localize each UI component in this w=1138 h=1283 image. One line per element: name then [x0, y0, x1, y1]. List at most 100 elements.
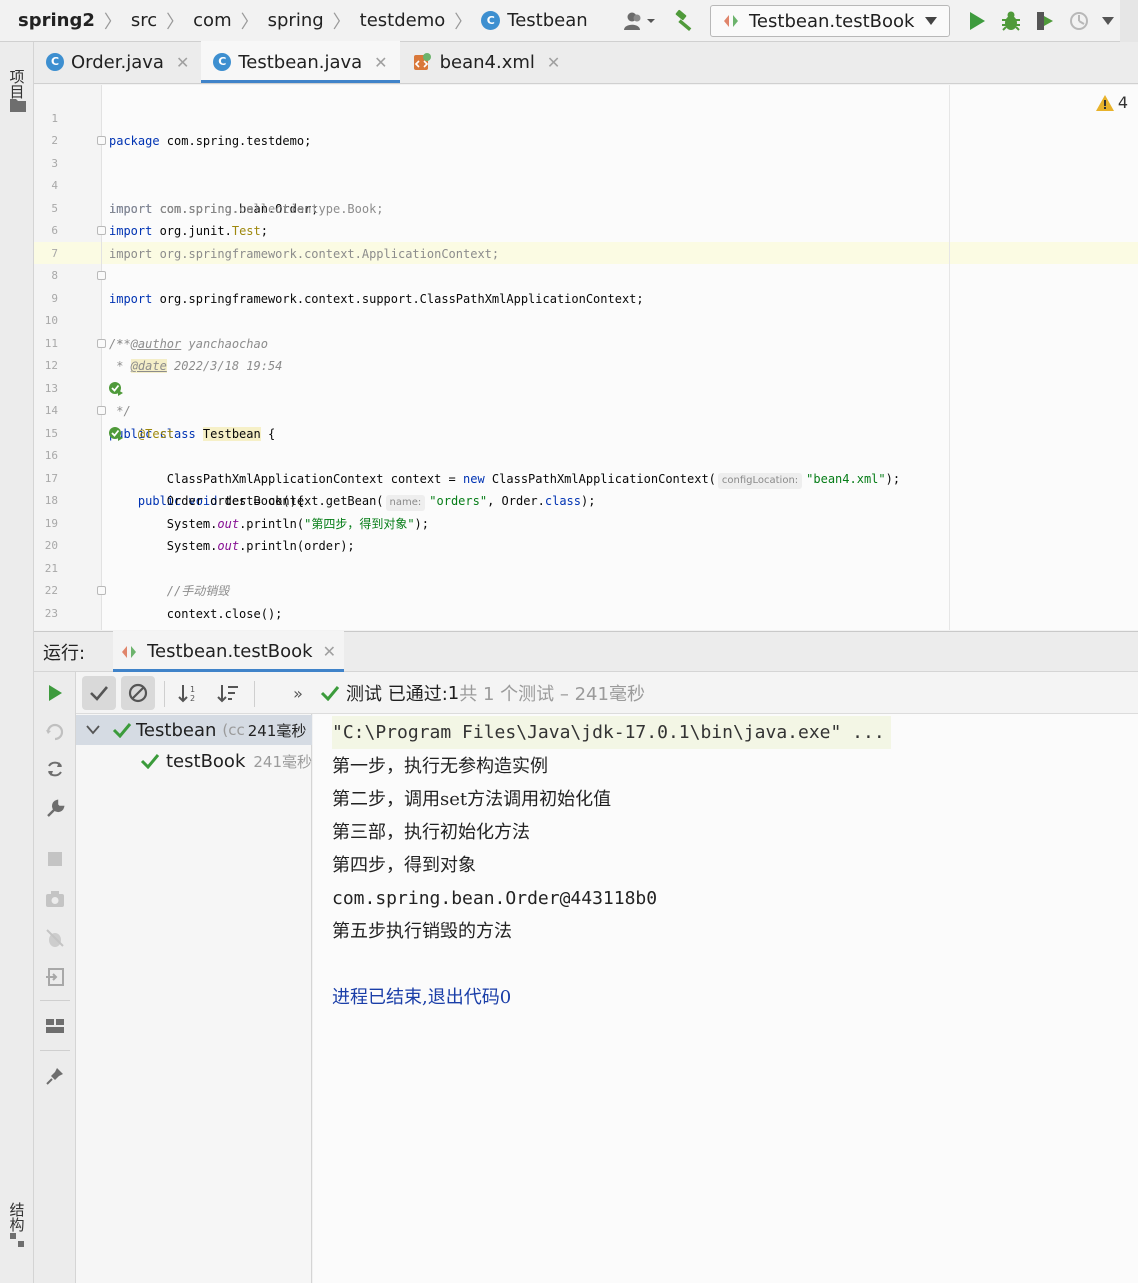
fold-icon[interactable]: [97, 136, 106, 145]
tree-node-partial-text: (cc: [222, 721, 245, 739]
debug-icon[interactable]: [994, 4, 1028, 38]
show-ignored-toggle[interactable]: [121, 676, 155, 710]
tab-order-java[interactable]: C Order.java ✕: [34, 41, 201, 83]
ignored-icon: [128, 683, 148, 703]
profile-icon[interactable]: [1062, 4, 1096, 38]
chevron-right-icon: 〉: [103, 11, 122, 33]
run-configuration-selector[interactable]: Testbean.testBook: [710, 5, 950, 37]
more-options-icon[interactable]: »: [281, 676, 315, 710]
java-class-icon: C: [481, 11, 501, 30]
tab-bean4-xml[interactable]: bean4.xml ✕: [400, 41, 573, 83]
code-line: 15 public void testBook(){: [34, 400, 1138, 508]
tab-label: Testbean.java: [238, 51, 363, 73]
toolbar-separator: [164, 681, 165, 707]
code-line: 24 }: [34, 603, 1138, 630]
console-line: 第五步执行销毁的方法: [332, 921, 512, 942]
user-icon[interactable]: [618, 4, 662, 38]
test-status: 测试 已通过: 1 共 1 个测试 – 241毫秒: [320, 672, 645, 714]
left-tool-strip: 项目 结构: [0, 42, 34, 1283]
java-test-class-icon: C: [213, 53, 232, 71]
run-tab-testbean-testbook[interactable]: Testbean.testBook ✕: [113, 631, 344, 672]
chevron-right-icon: 〉: [454, 11, 473, 33]
code-line: 22 context.close();: [34, 558, 1138, 621]
close-icon[interactable]: ✕: [374, 53, 387, 72]
fold-icon[interactable]: [97, 226, 106, 235]
toolbar-separator: [254, 681, 255, 707]
breadcrumb-project[interactable]: spring2: [18, 10, 95, 31]
editor-tab-bar: C Order.java ✕ C Testbean.java ✕ bean4.x…: [34, 41, 1138, 84]
breadcrumb-item-com[interactable]: com: [193, 10, 231, 31]
breadcrumb-item-testdemo[interactable]: testdemo: [360, 10, 446, 31]
rerun-failed-icon[interactable]: [38, 715, 72, 749]
console-output[interactable]: "C:\Program Files\Java\jdk-17.0.1\bin\ja…: [313, 714, 1138, 1283]
java-class-icon: C: [46, 53, 64, 71]
tree-node-testbook[interactable]: testBook 241毫秒: [140, 746, 312, 776]
fold-icon[interactable]: [97, 338, 106, 348]
toolbar-overflow-edge: [1120, 0, 1138, 42]
dropdown-arrow-icon: [925, 17, 937, 25]
run-tab-label: Testbean.testBook: [147, 641, 313, 662]
code-line: 7 import org.springframework.context.sup…: [34, 220, 1138, 306]
code-line: 8: [34, 243, 1138, 282]
svg-text:1: 1: [190, 685, 195, 694]
breadcrumb-item-spring[interactable]: spring: [268, 10, 324, 31]
toggle-auto-test-icon[interactable]: [38, 752, 72, 786]
rerun-icon[interactable]: [38, 676, 72, 710]
passed-check-icon: [112, 723, 132, 738]
stop-icon[interactable]: [38, 842, 72, 876]
code-line: 5 import org.junit.Test;: [34, 175, 1138, 239]
coverage-icon[interactable]: [1028, 4, 1062, 38]
console-command-line: "C:\Program Files\Java\jdk-17.0.1\bin\ja…: [332, 716, 891, 749]
tree-node-testbean[interactable]: Testbean (cc 241毫秒: [76, 715, 312, 745]
chevron-right-icon: 〉: [332, 11, 351, 33]
clear-debug-icon[interactable]: [38, 921, 72, 955]
test-results-toolbar: 12 » 测试 已通过: 1 共 1 个测试 – 241毫秒: [76, 672, 1138, 714]
pin-icon[interactable]: [38, 1059, 72, 1093]
code-line: 21 //手动销毁: [34, 535, 1138, 599]
structure-tool-tab-label: 结构: [7, 1202, 26, 1232]
checkmark-icon: [90, 686, 108, 701]
tree-node-label: Testbean: [136, 719, 217, 741]
hammer-icon[interactable]: [668, 4, 702, 38]
breadcrumb-item-src[interactable]: src: [131, 10, 157, 31]
export-icon[interactable]: [38, 960, 72, 994]
run-window-label: 运行:: [43, 642, 86, 664]
layout-icon[interactable]: [38, 1009, 72, 1043]
wrench-icon[interactable]: [38, 792, 72, 826]
sort-alphabetically-icon[interactable]: 12: [172, 676, 206, 710]
toolbar-separator: [40, 1000, 70, 1001]
tab-testbean-java[interactable]: C Testbean.java ✕: [201, 41, 400, 83]
sort-by-duration-icon[interactable]: [211, 676, 245, 710]
fold-icon[interactable]: [97, 586, 106, 595]
tree-node-duration: 241毫秒: [247, 721, 307, 740]
console-exit-message: 进程已结束,退出代码0: [332, 987, 512, 1008]
fold-icon[interactable]: [97, 406, 106, 415]
fold-icon[interactable]: [97, 271, 106, 280]
show-passed-toggle[interactable]: [82, 676, 116, 710]
close-icon[interactable]: ✕: [176, 53, 189, 72]
navigation-bar: spring2 〉 src 〉 com 〉 spring 〉 testdemo …: [0, 0, 1138, 42]
chevron-down-icon[interactable]: [86, 725, 100, 735]
camera-icon[interactable]: [38, 882, 72, 916]
console-line: 第四步，得到对象: [332, 855, 476, 876]
close-icon[interactable]: ✕: [547, 53, 560, 72]
tab-label: Order.java: [71, 51, 164, 73]
code-line: 16 ClassPathXmlApplicationContext contex…: [34, 423, 1138, 489]
code-line: 2: [34, 108, 1138, 147]
close-icon[interactable]: ✕: [323, 642, 336, 661]
run-icon[interactable]: [960, 4, 994, 38]
main-toolbar: Testbean.testBook: [618, 0, 1138, 42]
status-prefix: 测试 已通过:: [346, 684, 448, 705]
code-editor[interactable]: 4 1 package com.spring.testdemo; 2 3 imp…: [34, 85, 1138, 630]
tab-label: bean4.xml: [439, 51, 535, 73]
code-line: 4 import com.spring.collectiontype.Book;: [34, 153, 1138, 216]
code-line: 14 @Test: [34, 378, 1138, 441]
tree-node-label: testBook: [166, 750, 246, 772]
breadcrumb-current-class[interactable]: Testbean: [507, 10, 587, 31]
more-dropdown-icon[interactable]: [1096, 4, 1120, 38]
run-side-toolbar: [34, 672, 76, 1283]
passed-check-icon: [140, 754, 160, 769]
line-number: 24: [34, 625, 58, 630]
code-line: 9 /**: [34, 265, 1138, 351]
console-line: 第一步，执行无参构造实例: [332, 756, 548, 777]
